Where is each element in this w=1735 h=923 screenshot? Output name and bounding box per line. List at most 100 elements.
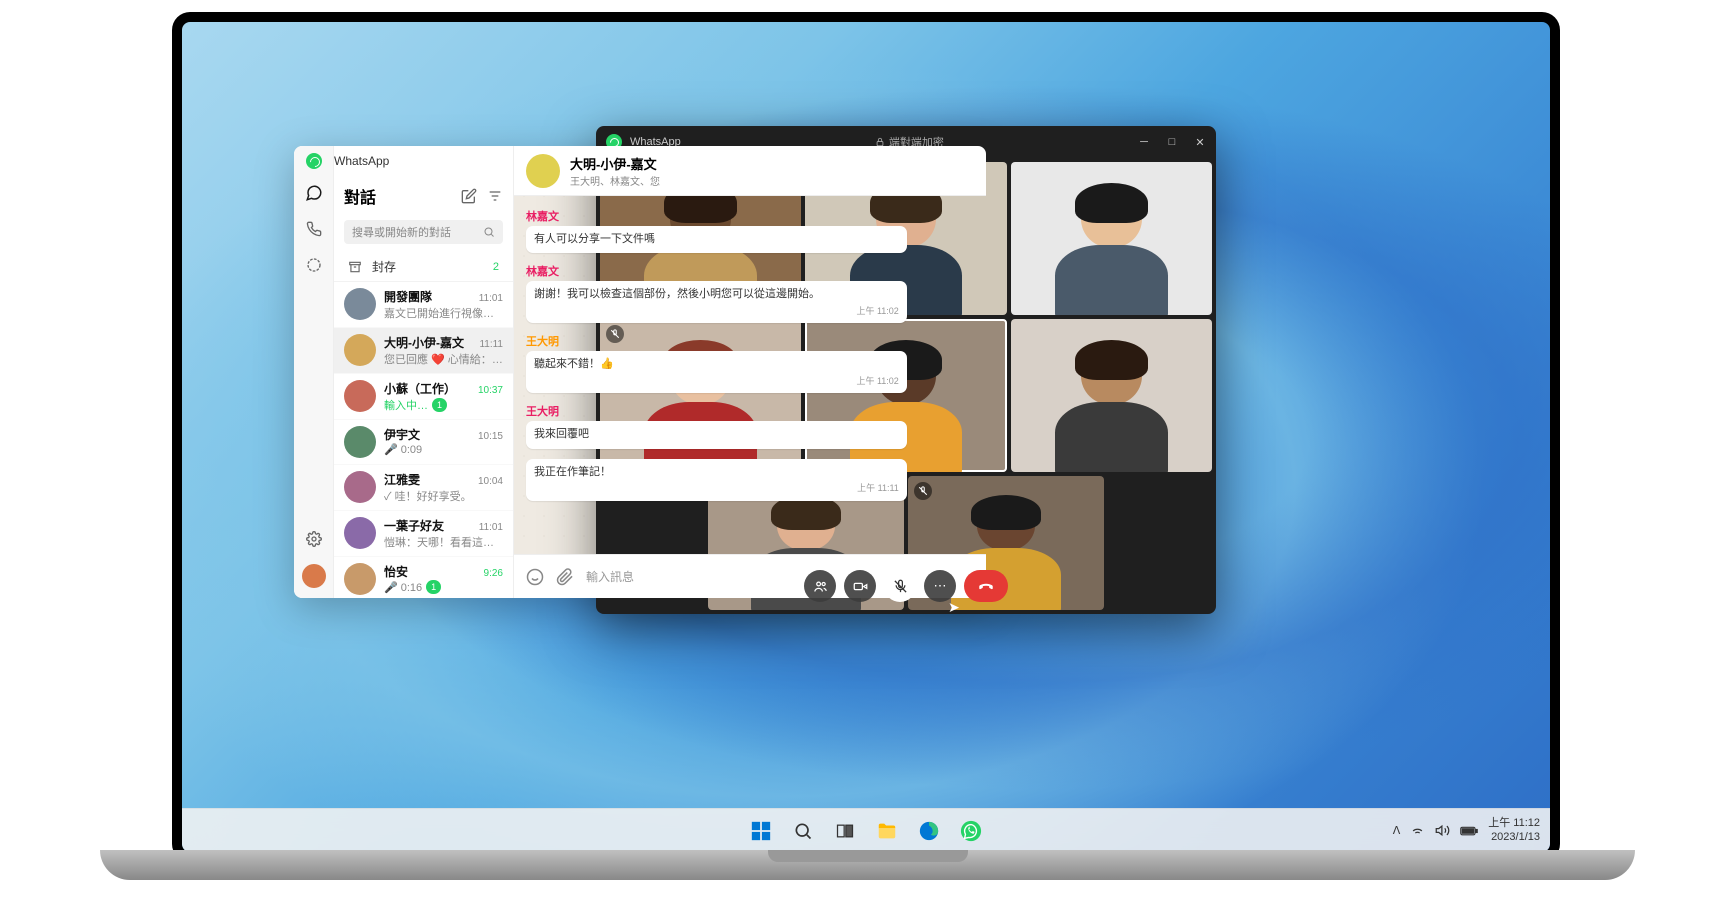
participants-button[interactable] (804, 570, 836, 602)
explorer-icon[interactable] (869, 813, 905, 849)
whatsapp-main-window: WhatsApp 對話 搜尋或開始新的對話 (294, 146, 986, 598)
taskbar-time: 上午 11:12 (1488, 817, 1540, 830)
window-controls: ─ □ ✕ (1138, 136, 1206, 149)
message: 林嘉文謝謝！我可以檢查這個部份，然後小明您可以從這邊開始。上午 11:02 (526, 263, 907, 323)
unread-badge: 1 (432, 398, 447, 412)
chat-avatar (344, 380, 376, 412)
close-button[interactable]: ✕ (1194, 136, 1206, 149)
chats-tab-icon[interactable] (303, 182, 325, 204)
archive-icon (348, 260, 362, 274)
message-bubble: 我正在作筆記！上午 11:11 (526, 459, 907, 501)
video-tile[interactable] (1011, 319, 1212, 472)
volume-icon[interactable] (1435, 823, 1450, 838)
search-input[interactable]: 搜尋或開始新的對話 (344, 220, 503, 244)
message-time: 上午 11:02 (534, 305, 899, 318)
left-rail (294, 146, 334, 598)
chat-avatar (344, 288, 376, 320)
chat-avatar (344, 426, 376, 458)
conversation-title: 大明-小伊-嘉文 (570, 154, 974, 173)
chat-list-item[interactable]: 江雅雯10:04 ✓ 哇！好好享受。 (334, 465, 513, 511)
chats-heading: 對話 (344, 184, 376, 208)
edge-icon[interactable] (911, 813, 947, 849)
tray-chevron-icon[interactable]: ᐱ (1393, 824, 1401, 837)
participant-video (1011, 162, 1212, 315)
chat-avatar (344, 334, 376, 366)
message-sender: 王大明 (526, 333, 907, 349)
video-toggle-button[interactable] (844, 570, 876, 602)
chat-avatar (344, 517, 376, 549)
filter-icon[interactable] (487, 188, 503, 204)
message-sender: 林嘉文 (526, 263, 907, 279)
chat-name: 伊宇文 (384, 426, 420, 443)
chat-list-item[interactable]: 一葉子好友11:01 愷琳：天哪！看看這個… (334, 511, 513, 557)
clock[interactable]: 上午 11:12 2023/1/13 (1488, 817, 1540, 843)
taskbar: ᐱ 上午 11:12 2023/1/13 (182, 808, 1550, 852)
chat-preview: 您已回應 ❤️ 心情給：「我正在… (384, 351, 503, 367)
chat-list-item[interactable]: 小蘇（工作）10:37 輸入中…1 (334, 374, 513, 420)
chat-preview: 🎤 0:16 (384, 581, 422, 594)
settings-icon[interactable] (303, 528, 325, 550)
desktop: WhatsApp 對話 搜尋或開始新的對話 (182, 22, 1550, 852)
chat-name: 江雅雯 (384, 471, 420, 488)
chat-time: 9:26 (484, 568, 503, 579)
taskbar-date: 2023/1/13 (1488, 831, 1540, 844)
chat-list-item[interactable]: 怡安9:26 🎤 0:161 (334, 557, 513, 598)
chat-preview: 嘉文已開始進行視像通話 (384, 305, 503, 321)
whatsapp-taskbar-icon[interactable] (953, 813, 989, 849)
group-avatar[interactable] (526, 154, 560, 188)
message-bubble: 有人可以分享一下文件嗎 (526, 226, 907, 253)
conversation-members: 王大明、林嘉文、您 (570, 173, 974, 188)
mute-toggle-button[interactable] (884, 570, 916, 602)
search-taskbar-icon[interactable] (785, 813, 821, 849)
chat-time: 10:15 (478, 431, 503, 442)
chat-preview: 🎤 0:09 (384, 443, 422, 456)
message-time: 上午 11:11 (534, 482, 899, 495)
chat-list-panel: 對話 搜尋或開始新的對話 封存 2 開發團隊11:01 嘉文已開始進行 (334, 146, 514, 598)
chat-time: 11:01 (479, 293, 503, 304)
call-controls: ⋯ (804, 570, 1008, 602)
laptop-frame: WhatsApp 對話 搜尋或開始新的對話 (172, 12, 1560, 862)
calls-tab-icon[interactable] (303, 218, 325, 240)
status-tab-icon[interactable] (303, 254, 325, 276)
chat-list-item[interactable]: 開發團隊 11:01 嘉文已開始進行視像通話 (334, 282, 513, 328)
participant-video (1011, 319, 1212, 472)
video-tile[interactable] (1011, 162, 1212, 315)
laptop-base (100, 850, 1635, 880)
laptop-notch (768, 850, 968, 862)
attach-icon[interactable] (556, 568, 574, 586)
battery-icon[interactable] (1460, 825, 1478, 837)
chat-name: 小蘇（工作） (384, 380, 456, 397)
emoji-icon[interactable] (526, 568, 544, 586)
chat-list-item[interactable]: 大明-小伊-嘉文11:11 您已回應 ❤️ 心情給：「我正在… (334, 328, 513, 374)
search-icon (483, 226, 495, 238)
chat-name: 開發團隊 (384, 288, 432, 305)
message-bubble: 聽起來不錯！👍上午 11:02 (526, 351, 907, 393)
message-time: 上午 11:02 (534, 375, 899, 388)
conversation-panel: 大明-小伊-嘉文 王大明、林嘉文、您 林嘉文有人可以分享一下文件嗎林嘉文謝謝！我… (514, 146, 986, 598)
chat-name: 一葉子好友 (384, 517, 444, 534)
minimize-button[interactable]: ─ (1138, 136, 1150, 149)
end-call-button[interactable] (964, 570, 1008, 602)
message: 王大明我來回覆吧 (526, 403, 907, 448)
new-chat-icon[interactable] (461, 188, 477, 204)
message: 王大明聽起來不錯！👍上午 11:02 (526, 333, 907, 393)
archived-row[interactable]: 封存 2 (334, 252, 513, 282)
conversation-header: 大明-小伊-嘉文 王大明、林嘉文、您 (514, 146, 986, 196)
more-options-button[interactable]: ⋯ (924, 570, 956, 602)
task-view-icon[interactable] (827, 813, 863, 849)
message-sender: 林嘉文 (526, 208, 907, 224)
start-button[interactable] (743, 813, 779, 849)
window-title: WhatsApp (294, 146, 389, 176)
maximize-button[interactable]: □ (1166, 136, 1178, 149)
archive-count: 2 (493, 261, 499, 273)
chat-preview: ✓ 哇！好好享受。 (384, 488, 472, 504)
archive-label: 封存 (372, 258, 396, 275)
unread-badge: 1 (426, 580, 441, 594)
chat-list-item[interactable]: 伊宇文 10:15 🎤 0:09 (334, 420, 513, 465)
chat-time: 11:01 (479, 522, 503, 533)
message-bubble: 我來回覆吧 (526, 421, 907, 448)
wifi-icon[interactable] (1410, 823, 1425, 838)
chat-avatar (344, 563, 376, 595)
search-placeholder: 搜尋或開始新的對話 (352, 224, 451, 240)
profile-avatar[interactable] (302, 564, 326, 588)
